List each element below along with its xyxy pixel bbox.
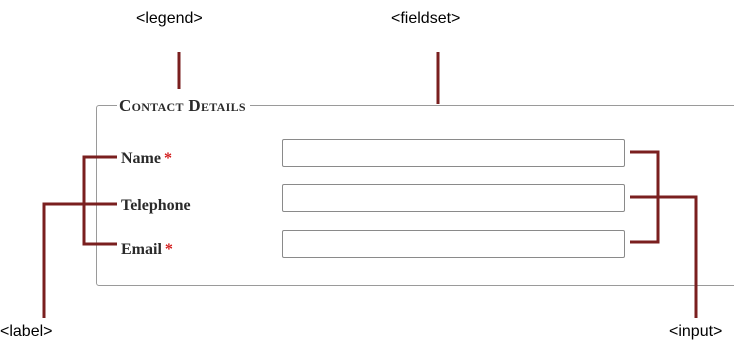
label-bracket bbox=[82, 155, 117, 246]
connector-lines bbox=[42, 52, 698, 318]
label-leader bbox=[42, 202, 84, 318]
input-leader bbox=[658, 195, 698, 318]
